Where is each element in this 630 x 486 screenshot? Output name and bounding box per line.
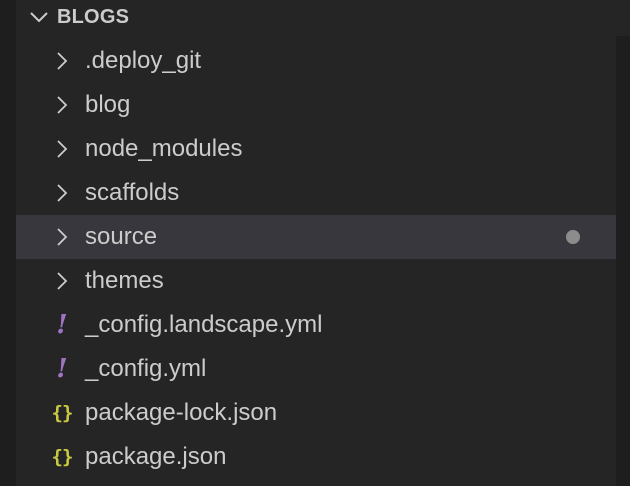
file-tree: .deploy_gitblog node_modules scaffolds sour… bbox=[16, 39, 616, 479]
folder-item[interactable]: themes bbox=[16, 259, 616, 303]
item-label: node_modules bbox=[85, 135, 243, 162]
file-explorer: BLOGS .deploy_gitblog node_modulesscaffol… bbox=[0, 0, 630, 486]
folder-item[interactable]: source bbox=[16, 215, 616, 259]
item-label: _config.landscape.yml bbox=[85, 311, 323, 338]
explorer-section-header[interactable]: BLOGS bbox=[16, 0, 616, 34]
item-label: source bbox=[85, 223, 158, 250]
chevron-right-icon bbox=[48, 259, 76, 303]
yaml-file-icon: ! bbox=[48, 347, 76, 391]
folder-item[interactable]: .deploy_git bbox=[16, 39, 616, 83]
json-file-icon-glyph: {} bbox=[51, 445, 74, 468]
item-label: package-lock.json bbox=[85, 399, 278, 426]
section-title: BLOGS bbox=[57, 5, 130, 28]
chevron-right-icon bbox=[48, 39, 76, 83]
yaml-file-icon-glyph: ! bbox=[56, 310, 68, 340]
chevron-right-icon bbox=[48, 171, 76, 215]
item-label: scaffolds bbox=[85, 179, 180, 206]
json-file-icon-glyph: {} bbox=[51, 401, 74, 424]
json-file-icon: {} bbox=[48, 391, 76, 435]
left-gutter bbox=[0, 0, 16, 486]
folder-item[interactable]: blog bbox=[16, 83, 616, 127]
item-label: _config.yml bbox=[85, 355, 207, 382]
yaml-file-icon-glyph: ! bbox=[56, 354, 68, 384]
folder-item[interactable]: node_modules bbox=[16, 127, 616, 171]
folder-item[interactable]: scaffolds bbox=[16, 171, 616, 215]
json-file-icon: {} bbox=[48, 435, 76, 479]
item-label: themes bbox=[85, 267, 164, 294]
modified-dot-icon bbox=[566, 230, 580, 244]
file-item[interactable]: ! _config.yml bbox=[16, 347, 616, 391]
chevron-down-icon[interactable] bbox=[28, 6, 50, 28]
file-item[interactable]: {} package.json bbox=[16, 435, 616, 479]
chevron-right-icon bbox=[48, 127, 76, 171]
scrollbar-track[interactable] bbox=[616, 36, 630, 486]
file-item[interactable]: {} package-lock.json bbox=[16, 391, 616, 435]
chevron-right-icon bbox=[48, 83, 76, 127]
chevron-right-icon bbox=[48, 215, 76, 259]
item-label: .deploy_git bbox=[85, 47, 202, 74]
item-label: package.json bbox=[85, 443, 227, 470]
yaml-file-icon: ! bbox=[48, 303, 76, 347]
file-item[interactable]: ! _config.landscape.yml bbox=[16, 303, 616, 347]
item-label: blog bbox=[85, 91, 131, 118]
